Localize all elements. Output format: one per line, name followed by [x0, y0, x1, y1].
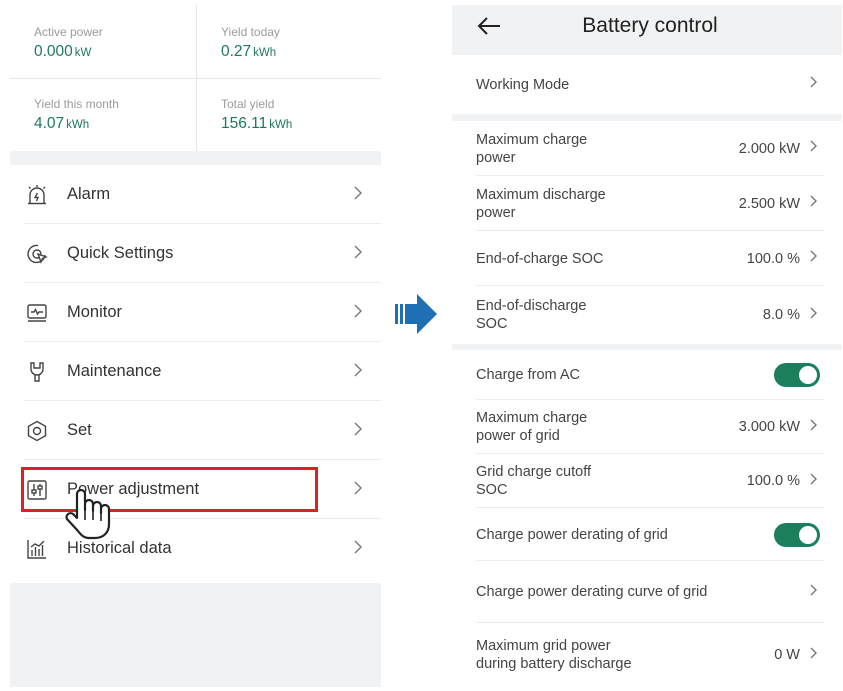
row-value: 8.0 %: [762, 307, 800, 323]
stats-card: Active power 0.000 kW Yield today 0.27 kWh…: [10, 5, 381, 151]
monitor-icon: [24, 300, 50, 326]
max-charge-power-row[interactable]: Maximum charge power 2.000 kW: [452, 121, 842, 176]
toggle-knob: [799, 525, 817, 544]
row-label: Working Mode: [476, 76, 570, 93]
stat-label: Yield today: [221, 25, 280, 39]
chevron-right-icon: [809, 418, 818, 437]
chevron-right-icon: [809, 583, 818, 602]
max-grid-power-discharge-row[interactable]: Maximum grid power during battery discha…: [452, 623, 842, 687]
row-label: Maximum discharge power: [476, 186, 606, 221]
menu-item-label: Monitor: [67, 303, 123, 321]
chevron-right-icon: [353, 303, 363, 324]
menu-item-label: Maintenance: [67, 362, 162, 380]
chevron-right-icon: [809, 139, 818, 158]
menu-item-set[interactable]: Set: [10, 401, 381, 460]
grid-charge-cutoff-soc-row[interactable]: Grid charge cutoff SOC 100.0 %: [452, 454, 842, 508]
chevron-right-icon: [353, 362, 363, 383]
stat-value: 4.07 kWh: [34, 115, 90, 132]
row-label: Charge power derating curve of grid: [476, 584, 708, 600]
stat-label: Active power: [34, 25, 103, 39]
row-value: 0 W: [774, 647, 800, 663]
menu-item-maintenance[interactable]: Maintenance: [10, 342, 381, 401]
stat-label: Yield this month: [34, 97, 119, 111]
row-value: 2.000 kW: [738, 140, 800, 157]
grid-charge-card: Charge from AC Maximum charge power of g…: [452, 350, 842, 687]
chevron-right-icon: [809, 249, 818, 268]
row-label: End-of-charge SOC: [476, 250, 604, 267]
row-label: Maximum charge power: [476, 131, 588, 166]
working-mode-row[interactable]: Working Mode: [452, 55, 842, 114]
row-value: 100.0 %: [746, 250, 800, 267]
charge-power-derating-row: Charge power derating of grid: [452, 508, 842, 561]
historical-data-icon: [24, 536, 50, 562]
end-of-charge-soc-row[interactable]: End-of-charge SOC 100.0 %: [452, 231, 842, 286]
quick-settings-icon: [24, 241, 50, 267]
chevron-right-icon: [809, 194, 818, 213]
hand-cursor-icon: [63, 488, 113, 545]
maintenance-icon: [24, 359, 50, 385]
alarm-icon: [24, 182, 50, 208]
chevron-right-icon: [809, 472, 818, 491]
row-value: 2.500 kW: [738, 195, 800, 212]
menu-item-alarm[interactable]: Alarm: [10, 165, 381, 224]
row-label: Charge power derating of grid: [476, 526, 668, 543]
end-of-discharge-soc-row[interactable]: End-of-discharge SOC 8.0 %: [452, 286, 842, 344]
working-mode-card: Working Mode: [452, 55, 842, 114]
stat-value: 0.27 kWh: [221, 43, 277, 60]
max-charge-power-grid-row[interactable]: Maximum charge power of grid 3.000 kW: [452, 400, 842, 454]
menu-item-monitor[interactable]: Monitor: [10, 283, 381, 342]
header: Battery control: [452, 5, 842, 51]
stat-total-yield: Total yield 156.11 kWh: [221, 97, 292, 133]
menu-item-quick-settings[interactable]: Quick Settings: [10, 224, 381, 283]
stat-label: Total yield: [221, 97, 275, 111]
derating-curve-row[interactable]: Charge power derating curve of grid: [452, 561, 842, 623]
menu-item-label: Set: [67, 421, 92, 439]
chevron-right-icon: [353, 480, 363, 501]
row-value: 3.000 kW: [738, 419, 800, 435]
stat-yield-month: Yield this month 4.07 kWh: [34, 97, 119, 133]
row-label: End-of-discharge SOC: [476, 298, 587, 332]
battery-control-screen: Battery control Working Mode Maximum cha…: [452, 5, 842, 687]
chevron-right-icon: [809, 646, 818, 665]
charge-power-derating-toggle[interactable]: [774, 522, 820, 547]
max-discharge-power-row[interactable]: Maximum discharge power 2.500 kW: [452, 176, 842, 231]
page-title: Battery control: [582, 14, 718, 37]
arrow-right-icon: [395, 292, 439, 341]
menu-item-label: Quick Settings: [67, 244, 174, 262]
row-label: Charge from AC: [476, 367, 580, 383]
stat-yield-today: Yield today 0.27 kWh: [221, 25, 280, 61]
chevron-right-icon: [353, 539, 363, 560]
stat-value: 156.11 kWh: [221, 115, 293, 132]
chevron-right-icon: [353, 185, 363, 206]
stat-value: 0.000 kW: [34, 43, 92, 60]
chevron-right-icon: [809, 75, 818, 94]
charge-settings-card: Maximum charge power 2.000 kW Maximum di…: [452, 121, 842, 344]
row-label: Maximum grid power during battery discha…: [476, 638, 632, 672]
chevron-right-icon: [809, 306, 818, 325]
charge-from-ac-toggle[interactable]: [774, 363, 820, 387]
row-label: Grid charge cutoff SOC: [476, 464, 591, 498]
divider: [10, 78, 381, 79]
row-label: Maximum charge power of grid: [476, 410, 588, 444]
home-panel: Active power 0.000 kW Yield today 0.27 kWh…: [10, 5, 381, 687]
row-value: 100.0 %: [746, 473, 800, 489]
chevron-right-icon: [353, 421, 363, 442]
stat-active-power: Active power 0.000 kW: [34, 25, 103, 61]
menu-item-label: Alarm: [67, 185, 111, 203]
set-icon: [24, 418, 50, 444]
chevron-right-icon: [353, 244, 363, 265]
toggle-knob: [799, 366, 817, 384]
charge-from-ac-row: Charge from AC: [452, 350, 842, 400]
